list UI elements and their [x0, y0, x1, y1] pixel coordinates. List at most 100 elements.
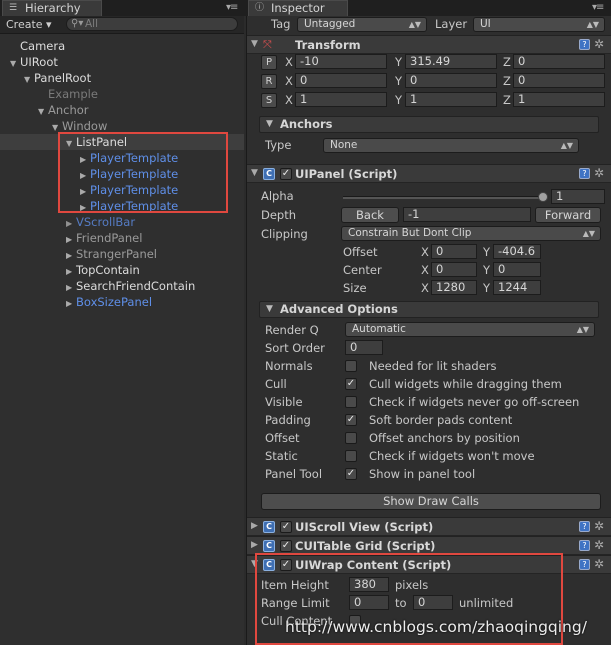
position-x-field[interactable]: -10	[295, 54, 387, 69]
fold-arrow-icon[interactable]: ▼	[251, 39, 258, 49]
scale-y-field[interactable]: 1	[405, 92, 497, 107]
depth-back-button[interactable]: Back	[341, 207, 399, 223]
position-button[interactable]: P	[261, 55, 277, 70]
scale-z-field[interactable]: 1	[513, 92, 605, 107]
rotation-z-field[interactable]: 0	[513, 73, 605, 88]
depth-field[interactable]: -1	[403, 207, 531, 222]
option-description: Offset anchors by position	[369, 431, 520, 445]
fold-arrow-icon[interactable]: ▶	[251, 521, 258, 531]
tree-item-friendpanel[interactable]: ▶ FriendPanel	[66, 230, 142, 246]
center-label: Center	[343, 263, 382, 277]
tree-item-label: UIRoot	[20, 55, 58, 69]
z-label: Z	[503, 74, 511, 88]
script-icon: C	[263, 168, 275, 180]
cuitablegrid-enabled-checkbox[interactable]: ✓	[280, 540, 292, 552]
show-draw-calls-button[interactable]: Show Draw Calls	[261, 493, 601, 510]
alpha-slider-handle[interactable]	[538, 192, 548, 202]
size-y-field[interactable]: 1244	[493, 280, 541, 295]
fold-arrow-icon[interactable]: ▼	[266, 302, 273, 317]
tree-item-topcontain[interactable]: ▶ TopContain	[66, 262, 140, 278]
rotation-y-field[interactable]: 0	[405, 73, 497, 88]
help-book-icon[interactable]: ?	[578, 540, 590, 551]
tree-item-example[interactable]: Example	[48, 86, 98, 102]
depth-label: Depth	[261, 208, 297, 222]
fold-arrow-icon[interactable]: ▼	[266, 117, 273, 132]
rotation-x-field[interactable]: 0	[295, 73, 387, 88]
tree-item-uiroot[interactable]: ▼ UIRoot	[10, 54, 58, 70]
tree-item-panelroot[interactable]: ▼ PanelRoot	[24, 70, 91, 86]
fold-arrow-icon[interactable]: ▶	[251, 540, 258, 550]
hierarchy-menu-icon[interactable]: ▾≡	[226, 2, 238, 13]
clipping-dropdown[interactable]: Constrain But Dont Clip ▲▼	[341, 226, 601, 241]
depth-forward-button[interactable]: Forward	[535, 207, 601, 223]
alpha-slider[interactable]	[343, 196, 543, 199]
scale-button[interactable]: S	[261, 93, 277, 108]
alpha-field[interactable]: 1	[551, 189, 605, 204]
option-checkbox[interactable]: ✓	[345, 378, 357, 390]
clipping-value: Constrain But Dont Clip	[348, 227, 472, 239]
option-description: Check if widgets never go off-screen	[369, 395, 580, 409]
rotation-button[interactable]: R	[261, 74, 277, 89]
layer-value: UI	[480, 18, 491, 30]
offset-y-field[interactable]: -404.6	[493, 244, 541, 259]
create-dropdown[interactable]: Create ▾	[6, 17, 52, 32]
gear-icon[interactable]: ✲	[594, 558, 604, 570]
advanced-options-foldout[interactable]: ▼ Advanced Options	[259, 301, 599, 318]
position-z-field[interactable]: 0	[513, 54, 605, 69]
expand-arrow-icon[interactable]: ▶	[66, 296, 76, 312]
tag-dropdown[interactable]: Untagged ▲▼	[297, 17, 427, 32]
tree-item-strangerpanel[interactable]: ▶ StrangerPanel	[66, 246, 157, 262]
option-checkbox[interactable]	[345, 432, 357, 444]
x-label: X	[421, 245, 429, 259]
option-checkbox[interactable]: ✓	[345, 414, 357, 426]
tree-item-searchfriendcontain[interactable]: ▶ SearchFriendContain	[66, 278, 195, 294]
layer-dropdown[interactable]: UI ▲▼	[473, 17, 605, 32]
x-label: X	[421, 263, 429, 277]
fold-arrow-icon[interactable]: ▼	[251, 168, 258, 178]
inspector-menu-icon[interactable]: ▾≡	[592, 2, 604, 13]
gear-icon[interactable]: ✲	[594, 520, 604, 532]
tab-hierarchy[interactable]: ☰ Hierarchy	[2, 0, 102, 16]
tree-item-anchor[interactable]: ▼ Anchor	[38, 102, 89, 118]
size-x-field[interactable]: 1280	[431, 280, 477, 295]
tree-item-vscrollbar[interactable]: ▶ VScrollBar	[66, 214, 135, 230]
tree-item-boxsizepanel[interactable]: ▶ BoxSizePanel	[66, 294, 152, 310]
sort-order-field[interactable]: 0	[345, 340, 383, 355]
option-checkbox[interactable]	[345, 396, 357, 408]
gear-icon[interactable]: ✲	[594, 539, 604, 551]
help-book-icon[interactable]: ?	[578, 521, 590, 532]
option-checkbox[interactable]: ✓	[345, 468, 357, 480]
header-icons: ? ✲	[578, 38, 604, 50]
center-y-field[interactable]: 0	[493, 262, 541, 277]
expand-arrow-icon[interactable]: ▼	[38, 104, 48, 120]
help-book-icon[interactable]: ?	[578, 559, 590, 570]
gear-icon[interactable]: ✲	[594, 167, 604, 179]
uipanel-header[interactable]: ▼ C ✓ UIPanel (Script) ? ✲	[247, 164, 611, 183]
center-x-field[interactable]: 0	[431, 262, 477, 277]
uipanel-enabled-checkbox[interactable]: ✓	[280, 168, 292, 180]
option-checkbox[interactable]	[345, 450, 357, 462]
help-book-icon[interactable]: ?	[578, 39, 590, 50]
expand-arrow-icon[interactable]: ▼	[10, 56, 20, 72]
tab-inspector[interactable]: ⓘ Inspector	[248, 0, 348, 16]
tag-label: Tag	[271, 17, 291, 31]
tab-hierarchy-label: Hierarchy	[25, 1, 81, 15]
option-label: Cull	[265, 377, 287, 391]
help-book-icon[interactable]: ?	[578, 168, 590, 179]
uiscrollview-enabled-checkbox[interactable]: ✓	[280, 521, 292, 533]
expand-arrow-icon[interactable]: ▼	[24, 72, 34, 88]
uiscrollview-header[interactable]: ▶ C ✓ UIScroll View (Script) ? ✲	[247, 517, 611, 536]
gear-icon[interactable]: ✲	[594, 38, 604, 50]
transform-header[interactable]: ▼ ⤧ Transform ? ✲	[247, 35, 611, 54]
anchor-type-dropdown[interactable]: None ▲▼	[323, 138, 579, 153]
hierarchy-search-input[interactable]: ⚲▾ All	[66, 17, 238, 31]
tree-item-camera[interactable]: Camera	[20, 38, 65, 54]
scale-x-field[interactable]: 1	[295, 92, 387, 107]
alpha-label: Alpha	[261, 189, 294, 203]
transform-icon: ⤧	[263, 38, 272, 51]
position-y-field[interactable]: 315.49	[405, 54, 497, 69]
render-q-dropdown[interactable]: Automatic ▲▼	[345, 322, 595, 337]
offset-x-field[interactable]: 0	[431, 244, 477, 259]
option-checkbox[interactable]	[345, 360, 357, 372]
anchors-foldout[interactable]: ▼ Anchors	[259, 116, 599, 133]
